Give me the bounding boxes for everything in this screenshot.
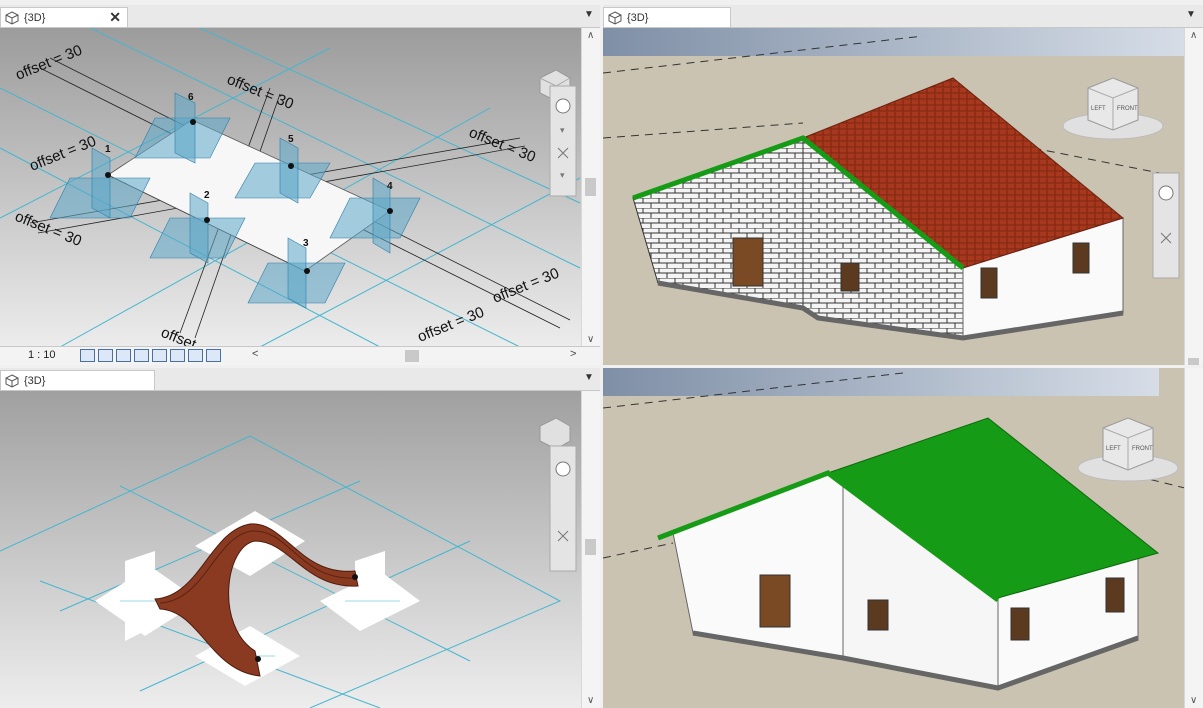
scroll-up-icon[interactable]: ∧	[1190, 30, 1197, 41]
sun-path-icon[interactable]	[116, 349, 131, 362]
tab-title: {3D}	[627, 11, 649, 24]
viewcube-left-label: LEFT	[1106, 446, 1121, 452]
viewport-canvas[interactable]: LEFT FRONT	[603, 368, 1203, 708]
roof-tile-family-drawing	[0, 391, 582, 708]
tab-title: {3D}	[24, 11, 46, 24]
steering-wheel-icon	[555, 98, 571, 114]
scroll-up-icon[interactable]: ∧	[587, 30, 594, 41]
tab-bar: {3D} ▼	[0, 368, 600, 391]
view-top-right[interactable]: {3D} ▼ LEFT FRONT ∧	[603, 5, 1203, 365]
view-bottom-left[interactable]: {3D} ▼ ∨	[0, 368, 600, 708]
scroll-thumb[interactable]	[585, 539, 596, 555]
white-house-render: LEFT FRONT	[603, 368, 1185, 708]
scroll-right-icon[interactable]: >	[570, 348, 576, 360]
view-menu-arrow-icon[interactable]: ▼	[1186, 9, 1196, 20]
point-number: 4	[387, 181, 393, 192]
scroll-thumb[interactable]	[585, 178, 596, 196]
brick-house-render: LEFT FRONT	[603, 28, 1185, 365]
shadows-icon[interactable]	[134, 349, 149, 362]
vertical-scrollbar[interactable]: ∧	[1184, 28, 1203, 365]
scroll-down-icon[interactable]: ∨	[587, 695, 594, 706]
hide-icon[interactable]	[188, 349, 203, 362]
svg-text:▾: ▾	[560, 125, 565, 135]
point-number: 3	[303, 238, 309, 249]
horizontal-scroll-thumb[interactable]	[405, 350, 419, 362]
cube-icon	[608, 10, 622, 25]
scroll-down-icon[interactable]: ∨	[1190, 695, 1197, 706]
visual-style-icon[interactable]	[98, 349, 113, 362]
navigation-bar[interactable]	[1152, 172, 1180, 279]
viewport-canvas[interactable]: LEFT FRONT	[603, 28, 1203, 365]
crop-icon[interactable]	[170, 349, 185, 362]
render-icon[interactable]	[152, 349, 167, 362]
point-number: 1	[105, 144, 111, 155]
viewcube-left-label: LEFT	[1091, 106, 1106, 112]
reveal-icon[interactable]	[206, 349, 221, 362]
viewcube-front-label: FRONT	[1132, 446, 1153, 452]
tab-bar: {3D} ▼	[603, 5, 1203, 28]
view-menu-arrow-icon[interactable]: ▼	[584, 372, 594, 383]
scroll-left-icon[interactable]: <	[252, 348, 258, 360]
vertical-scrollbar[interactable]: ∨	[1184, 368, 1203, 708]
viewport-canvas[interactable]	[0, 391, 600, 708]
steering-wheel-icon	[1158, 185, 1174, 201]
view-bottom-right[interactable]: LEFT FRONT ∨	[603, 368, 1203, 708]
reference-plane-drawing: 1 2 3 4 5 6 offset = 30 offset = 30 offs…	[0, 28, 600, 347]
tab-3d-active[interactable]: {3D} ✕	[0, 7, 128, 27]
scroll-down-icon[interactable]: ∨	[587, 334, 594, 345]
viewcube-front-label: FRONT	[1117, 106, 1138, 112]
vertical-scrollbar[interactable]: ∨	[581, 391, 600, 708]
view-control-bar: 1 : 10 < >	[0, 346, 600, 365]
view-top-left[interactable]: {3D} ✕ ▼ 1 2 3 4 5 6 offset = 30 offset …	[0, 5, 600, 365]
vertical-scrollbar[interactable]: ∧ ∨	[581, 28, 600, 347]
tab-title: {3D}	[24, 374, 46, 387]
scale-label[interactable]: 1 : 10	[28, 349, 56, 361]
point-number: 6	[188, 92, 194, 103]
point-number: 5	[288, 134, 294, 145]
detail-level-icon[interactable]	[80, 349, 95, 362]
steering-wheel-icon	[555, 461, 571, 477]
tab-3d[interactable]: {3D}	[0, 370, 155, 390]
cube-icon	[5, 373, 19, 388]
viewport-canvas[interactable]: 1 2 3 4 5 6 offset = 30 offset = 30 offs…	[0, 28, 600, 347]
point-number: 2	[204, 190, 210, 201]
close-icon[interactable]: ✕	[109, 9, 121, 26]
navigation-bar[interactable]	[549, 445, 577, 572]
tab-bar: {3D} ✕ ▼	[0, 5, 600, 28]
view-menu-arrow-icon[interactable]: ▼	[584, 9, 594, 20]
cube-icon	[5, 10, 19, 25]
navigation-bar[interactable]: ▾ ▾	[549, 85, 577, 197]
scroll-thumb[interactable]	[1188, 358, 1199, 365]
svg-text:▾: ▾	[560, 170, 565, 180]
tab-3d[interactable]: {3D}	[603, 7, 731, 27]
